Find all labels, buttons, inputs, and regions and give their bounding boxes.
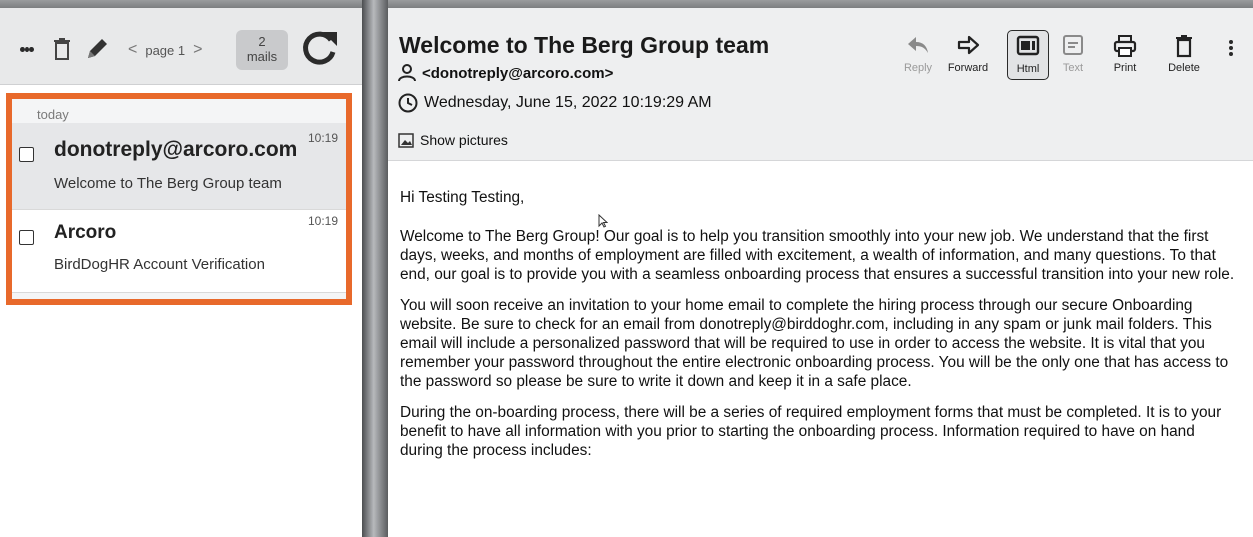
mail-subject: BirdDogHR Account Verification — [54, 256, 265, 273]
message-body: Hi Testing Testing, Welcome to The Berg … — [400, 188, 1240, 472]
print-button[interactable]: Print — [1100, 30, 1150, 80]
mail-list-item[interactable]: Arcoro 10:19 BirdDogHR Account Verificat… — [12, 209, 346, 293]
mail-count-number: 2 — [258, 34, 266, 49]
body-paragraph: During the on-boarding process, there wi… — [400, 404, 1222, 459]
mail-count-badge: 2 mails — [236, 30, 288, 70]
more-options-icon[interactable] — [1226, 38, 1236, 64]
message-view: Welcome to The Berg Group team <donotrep… — [388, 8, 1253, 537]
refresh-icon[interactable] — [300, 26, 340, 70]
mail-list-panel: < page 1 > 2 mails today donotreply@arco… — [0, 8, 362, 537]
from-address: <donotreply@arcoro.com> — [422, 64, 614, 82]
mail-sender: Arcoro — [54, 222, 117, 243]
reply-icon — [908, 37, 928, 53]
text-label: Text — [1062, 62, 1084, 74]
group-label: today — [37, 107, 69, 122]
delete-label: Delete — [1168, 62, 1200, 74]
clock-icon — [398, 93, 418, 113]
pager: < page 1 > — [128, 38, 202, 62]
message-header: Welcome to The Berg Group team <donotrep… — [388, 8, 1253, 161]
window-top-strip — [0, 0, 1253, 8]
date-text: Wednesday, June 15, 2022 10:19:29 AM — [424, 94, 712, 111]
next-page-button[interactable]: > — [193, 41, 202, 59]
greeting: Hi Testing Testing, — [400, 189, 525, 206]
image-icon — [398, 132, 414, 148]
page-label: page 1 — [145, 42, 186, 58]
printer-icon — [1113, 35, 1137, 57]
print-label: Print — [1113, 62, 1137, 74]
text-view-icon — [1063, 35, 1083, 55]
text-view-toggle[interactable]: Text — [1052, 30, 1094, 80]
forward-label: Forward — [947, 62, 989, 74]
html-label: Html — [1016, 63, 1040, 75]
mail-time: 10:19 — [307, 214, 338, 228]
mouse-cursor-icon — [598, 214, 608, 228]
show-pictures-button[interactable]: Show pictures — [398, 132, 508, 148]
mail-list-toolbar: < page 1 > 2 mails — [0, 8, 362, 85]
reply-label: Reply — [903, 62, 933, 74]
panel-splitter[interactable] — [362, 0, 388, 537]
html-view-toggle[interactable]: Html — [1007, 30, 1049, 80]
mail-select-checkbox[interactable] — [19, 147, 34, 162]
show-pictures-label: Show pictures — [420, 132, 508, 148]
mail-select-checkbox[interactable] — [19, 230, 34, 245]
compose-pencil-icon[interactable] — [84, 34, 110, 64]
mail-subject: Welcome to The Berg Group team — [54, 175, 282, 192]
mail-list-item[interactable]: donotreply@arcoro.com 10:19 Welcome to T… — [12, 123, 346, 209]
body-paragraph: Welcome to The Berg Group! Our goal is t… — [400, 228, 1235, 283]
forward-arrow-icon — [957, 35, 980, 55]
more-options-icon[interactable] — [20, 34, 35, 64]
prev-page-button[interactable]: < — [128, 41, 137, 59]
forward-button[interactable]: Forward — [943, 30, 993, 80]
delete-button[interactable]: Delete — [1159, 30, 1209, 80]
reply-button[interactable]: Reply — [893, 30, 943, 80]
mail-time: 10:19 — [307, 131, 338, 145]
person-icon — [398, 64, 416, 82]
trash-icon[interactable] — [50, 34, 74, 64]
mail-list-highlight: today donotreply@arcoro.com 10:19 Welcom… — [6, 93, 352, 305]
mail-count-unit: mails — [246, 49, 278, 64]
message-title: Welcome to The Berg Group team — [399, 32, 770, 58]
message-date: Wednesday, June 15, 2022 10:19:29 AM — [398, 93, 712, 113]
body-paragraph: You will soon receive an invitation to y… — [400, 297, 1229, 390]
message-from: <donotreply@arcoro.com> — [398, 64, 613, 82]
html-view-icon — [1016, 35, 1040, 56]
trash-icon — [1176, 35, 1192, 58]
mail-sender: donotreply@arcoro.com — [54, 138, 298, 161]
